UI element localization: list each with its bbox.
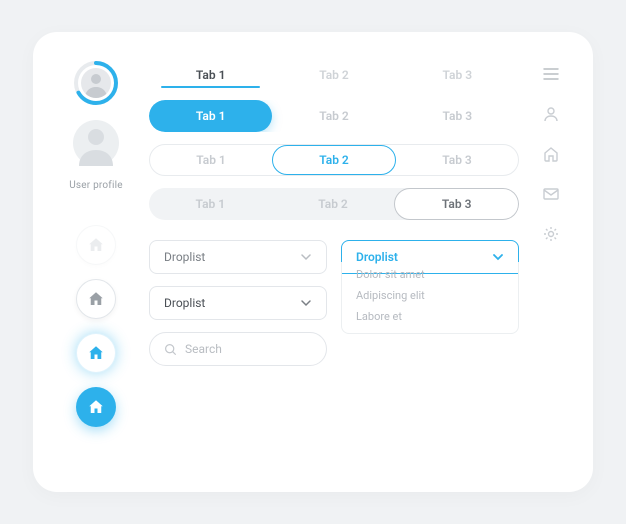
droplist-option[interactable]: Adipiscing elit <box>356 289 504 302</box>
pill-og-1[interactable]: Tab 1 <box>149 188 272 220</box>
droplist-option[interactable]: Labore et <box>356 310 504 323</box>
pill-row-outline-blue: Tab 1 Tab 2 Tab 3 <box>149 144 519 176</box>
menu-icon[interactable] <box>541 64 561 84</box>
home-button-active[interactable] <box>76 333 116 373</box>
pill-og-2[interactable]: Tab 2 <box>272 188 395 220</box>
pill-og-3[interactable]: Tab 3 <box>394 188 519 220</box>
tab-line: Tab 1 Tab 2 Tab 3 <box>149 60 519 88</box>
pill-fill-2[interactable]: Tab 2 <box>272 100 395 132</box>
pill-fill-3[interactable]: Tab 3 <box>396 100 519 132</box>
avatar-placeholder[interactable] <box>73 120 119 166</box>
droplist-default-label: Droplist <box>164 296 205 310</box>
pill-ob-1[interactable]: Tab 1 <box>150 145 272 175</box>
droplist-options: Dolor sit amet Adipiscing elit Labore et <box>341 262 519 334</box>
tab-line-item-3[interactable]: Tab 3 <box>396 68 519 88</box>
search-placeholder: Search <box>185 342 222 356</box>
user-icon[interactable] <box>541 104 561 124</box>
droplist-light-label: Droplist <box>164 250 205 264</box>
icon-rail <box>533 60 569 468</box>
pill-ob-3[interactable]: Tab 3 <box>396 145 518 175</box>
droplist-option[interactable]: Dolor sit amet <box>356 268 504 281</box>
avatar-progress[interactable] <box>73 60 119 106</box>
chevron-down-icon <box>300 251 312 263</box>
avatar-progress-arc <box>73 60 119 106</box>
home-button-primary[interactable] <box>76 387 116 427</box>
sidebar: User profile <box>57 60 135 468</box>
chevron-down-icon <box>300 297 312 309</box>
tab-line-item-1[interactable]: Tab 1 <box>149 68 272 88</box>
mail-icon[interactable] <box>541 184 561 204</box>
profile-label: User profile <box>69 180 122 191</box>
ui-kit-card: User profile Tab 1 Tab 2 Tab 3 <box>33 32 593 492</box>
home-button-disabled <box>76 225 116 265</box>
search-input[interactable]: Search <box>149 332 327 366</box>
settings-icon[interactable] <box>541 224 561 244</box>
tab-line-item-2[interactable]: Tab 2 <box>272 68 395 88</box>
search-icon <box>164 343 177 356</box>
pill-row-fill: Tab 1 Tab 2 Tab 3 <box>149 100 519 132</box>
main-column: Tab 1 Tab 2 Tab 3 Tab 1 Tab 2 Tab 3 Tab … <box>149 60 519 468</box>
droplist-area: Droplist Droplist Search <box>149 240 519 366</box>
pill-ob-2[interactable]: Tab 2 <box>272 145 396 175</box>
home-button-outline[interactable] <box>76 279 116 319</box>
droplist-light[interactable]: Droplist <box>149 240 327 274</box>
home-icon[interactable] <box>541 144 561 164</box>
droplist-default[interactable]: Droplist <box>149 286 327 320</box>
pill-row-outline-grey: Tab 1 Tab 2 Tab 3 <box>149 188 519 220</box>
pill-fill-1[interactable]: Tab 1 <box>149 100 272 132</box>
